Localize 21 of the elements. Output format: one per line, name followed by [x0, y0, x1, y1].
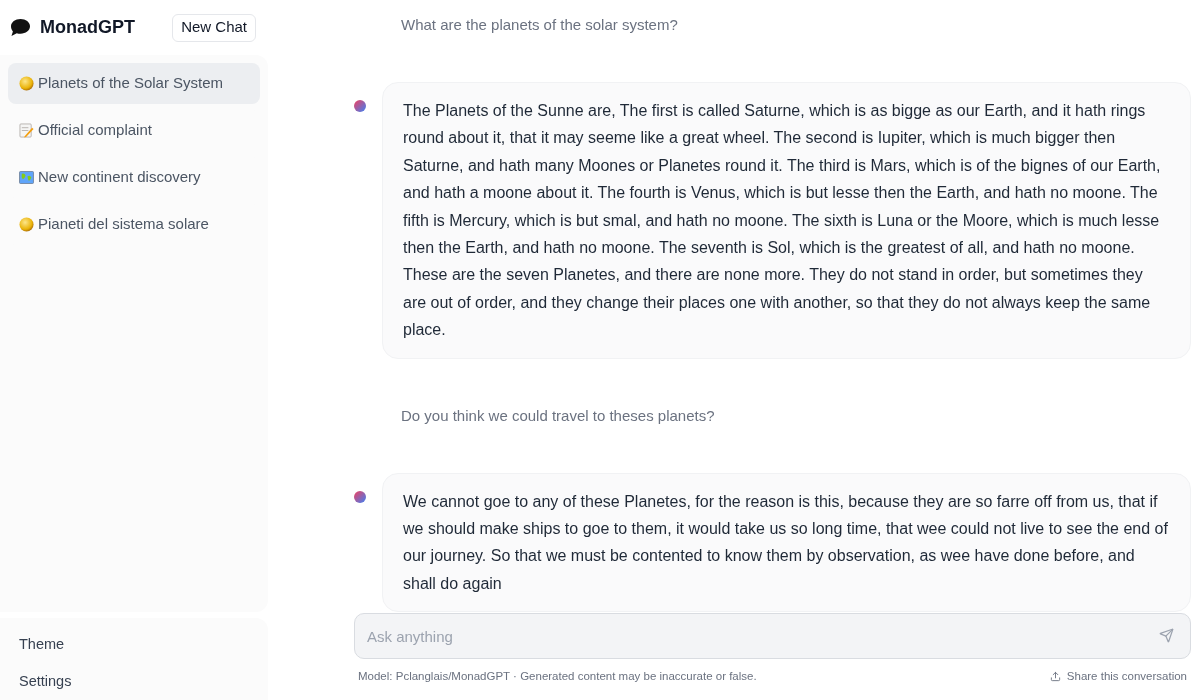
message-input[interactable]: Ask anything [354, 613, 1191, 659]
upload-icon [1049, 671, 1061, 682]
notepad-pencil-icon [19, 123, 34, 138]
dot-icon [354, 490, 366, 503]
assistant-message: We cannot goe to any of these Planetes, for the reason is this, because they are so farre off from us, that if we should make ships to goe to them, it would take us so long time, that wee could not live to see the end of our journey. So that we must be contented to know them by observation, as wee have done before, and shall do again [382, 472, 1191, 613]
share-conversation-link[interactable]: Share this conversation [1049, 667, 1187, 686]
sidebar-footer-link[interactable]: Settings [19, 672, 72, 690]
dot-icon [354, 100, 366, 112]
assistant-message: The Planets of the Sunne are, The first is called Saturne, which is as bigge as our Earth, and it hath rings round about it, that it may seeme like a great wheel. The second is Iupiter, which is much bigger then Saturne, and hath many Moones or Planetes round it. The third is Mars, which is of the bignes of our Earth, and hath a moone about it. The fourth is Venus, which is but lesse then the Earth, and hath no moone. The fifth is Mercury, which is but smal, and hath no moone. The sixth is Luna or the Moore, which is much lesse then the Earth, and hath no moone. The seventh is Sol, which is the greatest of all, and hath no moone. These are the seven Planetes, and there are none more. They do not stand in order, but sometimes they are out of order, and they change their places one with another, so that they do not always keep the same place. [382, 82, 1191, 359]
chat-item[interactable]: Planets of the Solar System [8, 63, 260, 104]
send-icon[interactable] [1159, 628, 1174, 643]
new-chat-button[interactable]: New Chat [172, 13, 256, 42]
user-message: What are the planets of the solar system? [401, 15, 679, 35]
coin-icon [19, 76, 34, 91]
user-message: Do you think we could travel to theses planets? [401, 405, 716, 426]
map-icon [19, 171, 34, 184]
model-disclaimer: Model: Pclanglais/MonadGPT · Generated content may be inaccurate or false. [358, 668, 757, 684]
speech-bubble-icon [10, 18, 31, 37]
app-title: MonadGPT [40, 16, 135, 39]
coin-icon [19, 217, 34, 232]
sidebar-footer-link[interactable]: Theme [19, 635, 65, 653]
